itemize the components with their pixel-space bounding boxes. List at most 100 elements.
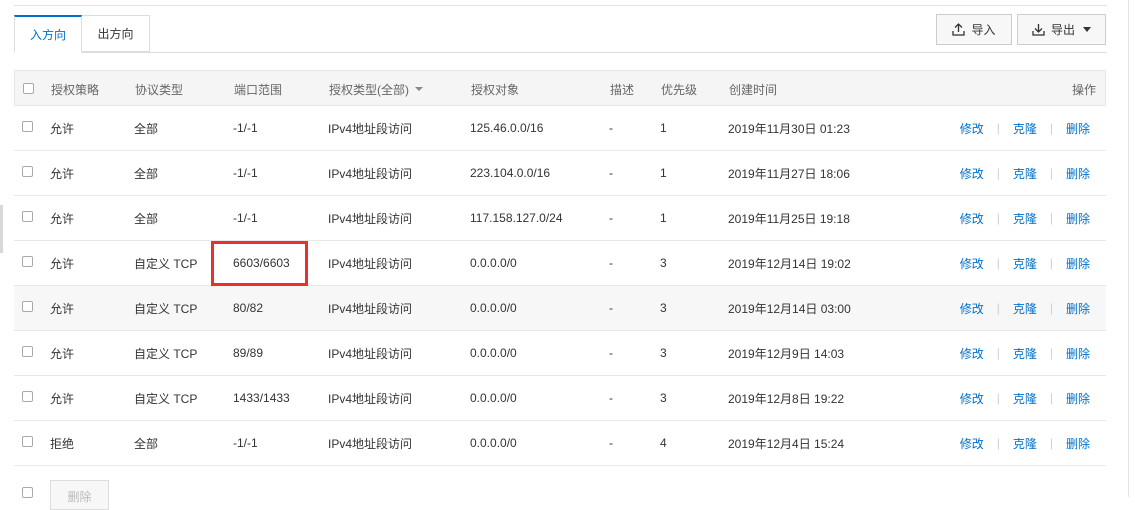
cell-protocol: 全部	[134, 211, 159, 226]
header-auth-type-label: 授权类型(全部)	[329, 82, 409, 97]
row-actions: 修改 | 克隆 | 删除	[960, 286, 1090, 330]
edit-link[interactable]: 修改	[960, 255, 984, 272]
cell-created: 2019年11月30日 01:23	[728, 121, 850, 136]
row-checkbox[interactable]	[22, 301, 33, 312]
cell-auth-type: IPv4地址段访问	[328, 391, 413, 406]
clone-link[interactable]: 克隆	[1013, 165, 1037, 182]
cell-target: 0.0.0.0/0	[470, 436, 517, 450]
cell-protocol: 自定义 TCP	[134, 346, 198, 361]
clone-link[interactable]: 克隆	[1013, 120, 1037, 137]
cell-port: -1/-1	[233, 211, 258, 225]
cell-protocol: 自定义 TCP	[134, 391, 198, 406]
row-checkbox[interactable]	[22, 346, 33, 357]
delete-link[interactable]: 删除	[1066, 300, 1090, 317]
tabs-baseline	[14, 52, 1107, 53]
cell-protocol: 自定义 TCP	[134, 301, 198, 316]
cell-target: 117.158.127.0/24	[470, 211, 563, 225]
header-port: 端口范围	[234, 82, 283, 97]
action-separator: |	[1049, 256, 1053, 270]
cell-created: 2019年12月14日 03:00	[728, 301, 851, 316]
cell-port: 80/82	[233, 301, 264, 315]
cell-description: -	[609, 121, 613, 135]
action-separator: |	[996, 166, 1000, 180]
clone-link[interactable]: 克隆	[1013, 300, 1037, 317]
row-checkbox[interactable]	[22, 166, 33, 177]
cell-description: -	[609, 256, 613, 270]
cell-priority: 3	[660, 256, 667, 270]
clone-link[interactable]: 克隆	[1013, 390, 1037, 407]
header-target: 授权对象	[471, 82, 520, 97]
cell-auth-type: IPv4地址段访问	[328, 121, 413, 136]
row-actions: 修改 | 克隆 | 删除	[960, 151, 1090, 195]
clone-link[interactable]: 克隆	[1013, 345, 1037, 362]
table-row: 允许 自定义 TCP 80/82 IPv4地址段访问 0.0.0.0/0 - 3 2019年1…	[14, 286, 1106, 331]
action-separator: |	[996, 211, 1000, 225]
cell-priority: 1	[660, 211, 667, 225]
left-edge-marker	[0, 205, 3, 253]
select-all-checkbox[interactable]	[23, 83, 34, 94]
edit-link[interactable]: 修改	[960, 210, 984, 227]
clone-link[interactable]: 克隆	[1013, 255, 1037, 272]
row-checkbox[interactable]	[22, 256, 33, 267]
header-protocol: 协议类型	[135, 82, 184, 97]
cell-port: 89/89	[233, 346, 264, 360]
row-checkbox[interactable]	[22, 436, 33, 447]
action-separator: |	[996, 391, 1000, 405]
header-auth-type[interactable]: 授权类型(全部)	[329, 71, 423, 107]
action-separator: |	[1049, 301, 1053, 315]
export-button[interactable]: 导出	[1017, 14, 1106, 45]
row-actions: 修改 | 克隆 | 删除	[960, 241, 1090, 285]
row-checkbox[interactable]	[22, 211, 33, 222]
security-rules-table: 授权策略 协议类型 端口范围 授权类型(全部) 授权对象 描述 优先级 创建时间…	[14, 70, 1106, 466]
cell-priority: 3	[660, 301, 667, 315]
action-separator: |	[996, 301, 1000, 315]
action-separator: |	[1049, 166, 1053, 180]
edit-link[interactable]: 修改	[960, 300, 984, 317]
delete-link[interactable]: 删除	[1066, 165, 1090, 182]
cell-auth-type: IPv4地址段访问	[328, 211, 413, 226]
action-separator: |	[996, 436, 1000, 450]
row-actions: 修改 | 克隆 | 删除	[960, 196, 1090, 240]
cell-policy: 拒绝	[50, 436, 75, 451]
cell-created: 2019年11月25日 19:18	[728, 211, 850, 226]
cell-auth-type: IPv4地址段访问	[328, 301, 413, 316]
delete-link[interactable]: 删除	[1066, 345, 1090, 362]
footer-select-checkbox[interactable]	[22, 487, 33, 498]
delete-link[interactable]: 删除	[1066, 390, 1090, 407]
tab-outbound[interactable]: 出方向	[82, 15, 150, 52]
header-policy: 授权策略	[51, 82, 100, 97]
edit-link[interactable]: 修改	[960, 345, 984, 362]
clone-link[interactable]: 克隆	[1013, 210, 1037, 227]
header-description: 描述	[610, 82, 635, 97]
cell-priority: 1	[660, 121, 667, 135]
delete-link[interactable]: 删除	[1066, 120, 1090, 137]
clone-link[interactable]: 克隆	[1013, 435, 1037, 452]
cell-created: 2019年12月9日 14:03	[728, 346, 845, 361]
cell-target: 0.0.0.0/0	[470, 391, 517, 405]
action-separator: |	[1049, 346, 1053, 360]
filter-caret-icon[interactable]	[415, 87, 423, 91]
row-checkbox[interactable]	[22, 391, 33, 402]
cell-priority: 1	[660, 166, 667, 180]
edit-link[interactable]: 修改	[960, 165, 984, 182]
right-divider	[1128, 0, 1129, 497]
row-actions: 修改 | 克隆 | 删除	[960, 106, 1090, 150]
table-row: 允许 全部 -1/-1 IPv4地址段访问 117.158.127.0/24 - 1 2019…	[14, 196, 1106, 241]
edit-link[interactable]: 修改	[960, 435, 984, 452]
delete-link[interactable]: 删除	[1066, 255, 1090, 272]
table-header: 授权策略 协议类型 端口范围 授权类型(全部) 授权对象 描述 优先级 创建时间…	[14, 70, 1106, 106]
row-checkbox[interactable]	[22, 121, 33, 132]
delete-link[interactable]: 删除	[1066, 210, 1090, 227]
table-row: 允许 全部 -1/-1 IPv4地址段访问 223.104.0.0/16 - 1 2019年1…	[14, 151, 1106, 196]
tab-inbound[interactable]: 入方向	[14, 15, 82, 53]
delete-link[interactable]: 删除	[1066, 435, 1090, 452]
edit-link[interactable]: 修改	[960, 390, 984, 407]
row-actions: 修改 | 克隆 | 删除	[960, 331, 1090, 375]
cell-target: 0.0.0.0/0	[470, 256, 517, 270]
edit-link[interactable]: 修改	[960, 120, 984, 137]
import-button[interactable]: 导入	[936, 14, 1012, 45]
cell-priority: 3	[660, 391, 667, 405]
batch-delete-button[interactable]: 删除	[50, 480, 109, 510]
header-actions: 操作	[1071, 82, 1096, 97]
cell-policy: 允许	[50, 301, 75, 316]
